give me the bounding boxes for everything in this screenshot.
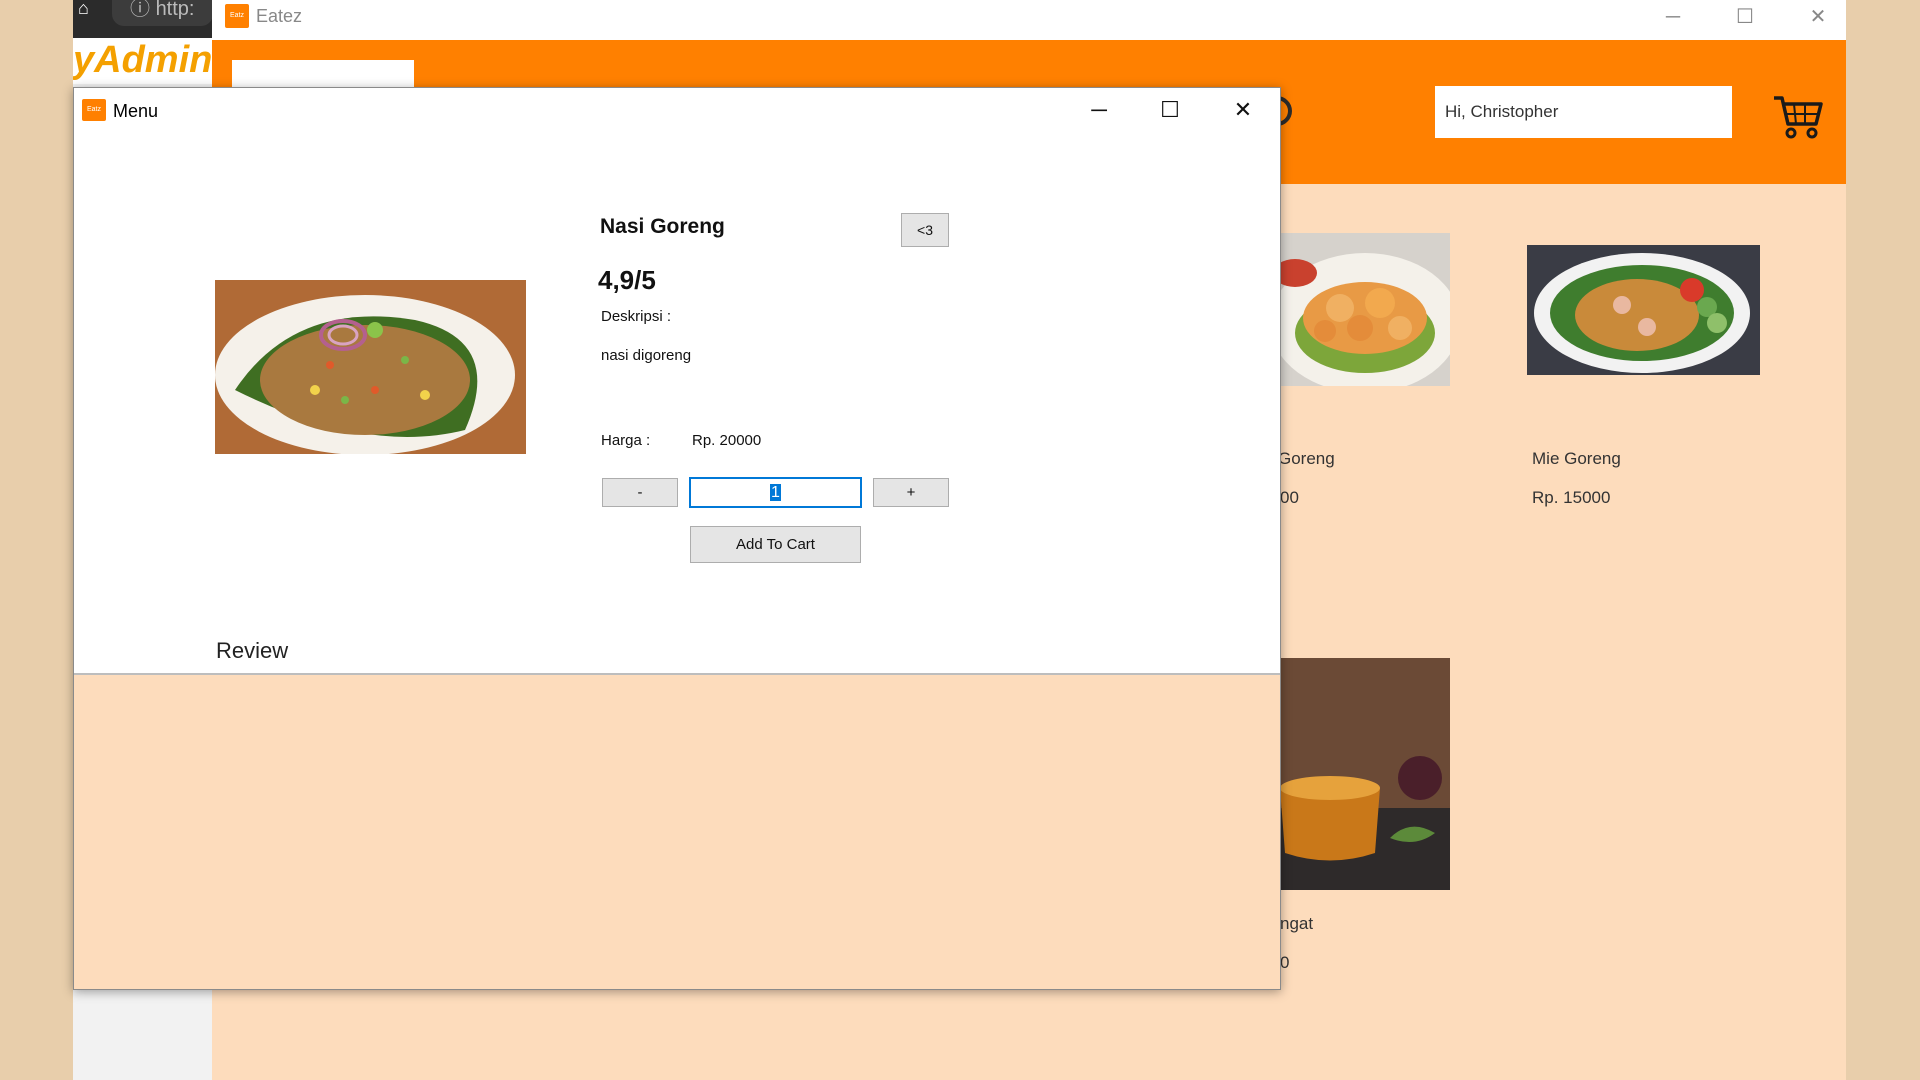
minimize-icon[interactable]: ─ xyxy=(1084,96,1114,126)
eatez-titlebar xyxy=(212,0,1846,40)
add-to-cart-button[interactable]: Add To Cart xyxy=(690,526,861,563)
like-button[interactable]: <3 xyxy=(901,213,949,247)
decrease-quantity-button[interactable]: - xyxy=(602,478,678,507)
price-value: Rp. 20000 xyxy=(692,432,762,449)
eatez-app-icon: Eatz xyxy=(225,4,249,28)
home-icon[interactable]: ⌂ xyxy=(78,0,100,18)
food-name: Nasi Goreng xyxy=(600,215,725,238)
food-card-price: Rp. 15000 xyxy=(1532,488,1611,507)
admin-logo: yAdmin xyxy=(73,39,213,81)
eatez-window-title: Eatez xyxy=(256,6,303,26)
close-icon[interactable]: ✕ xyxy=(1803,2,1833,32)
cart-icon[interactable] xyxy=(1772,92,1824,140)
minimize-icon[interactable]: ─ xyxy=(1658,2,1688,32)
url-text: http: xyxy=(155,0,195,20)
greeting-field: Hi, Christopher xyxy=(1435,86,1732,138)
info-icon: ⓘ xyxy=(130,0,156,20)
description-label: Deskripsi : xyxy=(601,308,672,325)
header-nav-tab[interactable] xyxy=(232,60,414,90)
price-label: Harga : xyxy=(601,432,651,449)
food-card-price: 00 xyxy=(1280,488,1299,507)
review-heading: Review xyxy=(216,638,289,663)
food-image-udang-goreng[interactable] xyxy=(1270,233,1450,386)
close-icon[interactable]: ✕ xyxy=(1228,96,1258,126)
menu-dialog-title: Menu xyxy=(113,101,159,121)
increase-quantity-button[interactable]: + xyxy=(873,478,949,507)
quantity-input[interactable]: 1 xyxy=(689,477,862,508)
food-card-name: Goreng xyxy=(1278,449,1335,468)
maximize-icon[interactable]: ☐ xyxy=(1730,2,1760,32)
food-image-mie-goreng[interactable] xyxy=(1527,245,1760,375)
maximize-icon[interactable]: ☐ xyxy=(1155,96,1185,126)
food-rating: 4,9/5 xyxy=(598,265,656,295)
description-text: nasi digoreng xyxy=(601,347,692,364)
menu-app-icon: Eatz xyxy=(82,99,106,121)
food-image-nasi-goreng xyxy=(215,280,526,454)
food-card-name: ngat xyxy=(1280,914,1314,933)
food-card-name: Mie Goreng xyxy=(1532,449,1621,468)
quantity-value: 1 xyxy=(770,484,781,501)
food-card-price: 0 xyxy=(1280,953,1290,972)
food-image-teh[interactable] xyxy=(1270,658,1450,890)
url-bar[interactable]: ⓘ http: xyxy=(112,0,213,26)
